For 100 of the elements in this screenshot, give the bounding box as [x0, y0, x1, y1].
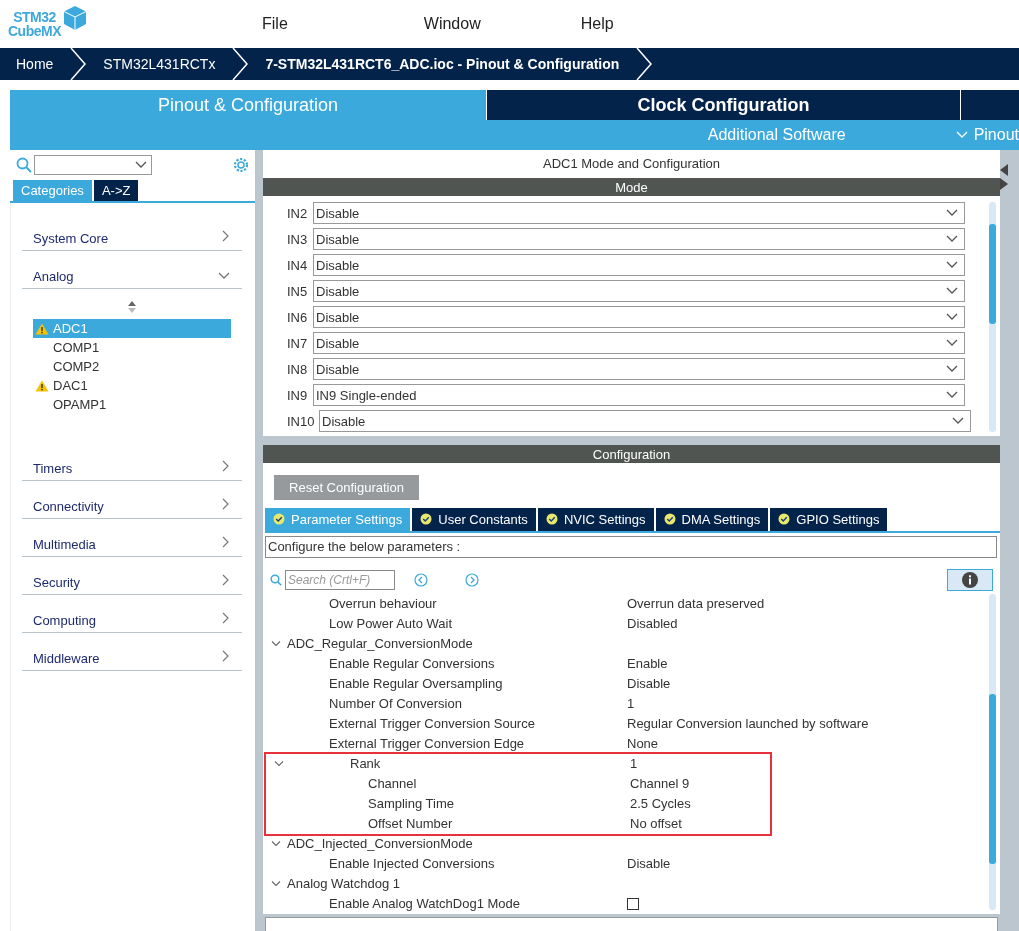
scrollbar[interactable] — [989, 594, 996, 910]
chevron-down-icon[interactable] — [274, 760, 284, 768]
tab[interactable]: GPIO Settings — [770, 508, 888, 531]
chevron-down-icon — [218, 272, 230, 280]
description-text: Configure the below parameters : — [265, 536, 997, 558]
parameter-name: Enable Regular Oversampling — [329, 676, 503, 692]
group-name: Rank — [350, 756, 381, 772]
search-combo-field[interactable] — [34, 155, 152, 175]
category-item[interactable]: Timers — [22, 443, 242, 481]
chevron-right-icon — [222, 536, 230, 548]
category-label: Multimedia — [33, 537, 96, 552]
peripheral-label: DAC1 — [53, 378, 88, 393]
mode-dropdown[interactable]: Disable — [313, 228, 965, 251]
parameter-value[interactable]: Regular Conversion launched by software — [627, 716, 869, 732]
next-icon[interactable] — [465, 573, 479, 587]
peripheral-item[interactable]: DAC1 — [33, 376, 231, 395]
menu-item[interactable]: Window — [423, 15, 481, 33]
category-item[interactable]: System Core — [22, 213, 242, 251]
parameter-name: Enable Injected Conversions — [329, 856, 495, 872]
parameter-name: Overrun behaviour — [329, 596, 437, 612]
input-label: IN5 — [287, 283, 309, 299]
scrollbar[interactable] — [989, 202, 996, 433]
parameter-value[interactable]: Channel 9 — [630, 776, 690, 792]
tab[interactable]: NVIC Settings — [537, 508, 654, 531]
chevron-right-icon — [222, 612, 230, 624]
parameter-value[interactable]: Overrun data preserved — [627, 596, 765, 612]
chevron-right-icon — [222, 230, 230, 242]
chevron-down-icon — [946, 209, 958, 218]
check-circle-icon — [778, 513, 791, 526]
chevron-down-icon[interactable] — [271, 840, 281, 848]
parameter-value[interactable]: 2.5 Cycles — [630, 796, 691, 812]
category-item[interactable]: Multimedia — [22, 519, 242, 557]
previous-icon[interactable] — [414, 573, 428, 587]
chevron-down-icon[interactable] — [271, 880, 281, 888]
mode-dropdown[interactable]: Disable — [313, 254, 965, 277]
category-item[interactable]: Analog — [22, 251, 242, 289]
info-button[interactable] — [947, 569, 993, 591]
chevron-down-icon — [135, 161, 147, 169]
category-label: System Core — [33, 231, 109, 246]
chevron-right-icon — [222, 650, 230, 662]
category-label: Computing — [33, 613, 96, 628]
parameter-value[interactable]: No offset — [630, 816, 682, 832]
parameter-value[interactable]: 1 — [630, 756, 638, 772]
peripheral-item[interactable]: OPAMP1 — [33, 395, 231, 414]
chevron-right-icon — [222, 460, 230, 472]
mode-dropdown[interactable]: Disable — [319, 410, 971, 433]
chevron-down-icon — [946, 287, 958, 296]
triangle-right-icon[interactable] — [1000, 178, 1008, 190]
mode-dropdown[interactable]: IN9 Single-ended — [313, 384, 965, 407]
parameter-value[interactable]: Disabled — [627, 616, 678, 632]
parameter-value[interactable]: None — [627, 736, 659, 752]
category-item[interactable]: Security — [22, 557, 242, 595]
input-label: IN6 — [287, 309, 309, 325]
peripheral-label: OPAMP1 — [53, 397, 107, 412]
input-label: IN7 — [287, 335, 309, 351]
group-name: ADC_Injected_ConversionMode — [287, 836, 473, 852]
chevron-right-icon — [69, 48, 88, 80]
breadcrumb-item[interactable]: 7-STM32L431RCT6_ADC.ioc - Pinout & Configuration — [249, 56, 636, 72]
mode-dropdown[interactable]: Disable — [313, 306, 965, 329]
mode-dropdown[interactable]: Disable — [313, 280, 965, 303]
group-name: Analog Watchdog 1 — [287, 876, 400, 892]
peripheral-item[interactable]: COMP1 — [33, 338, 231, 357]
search-icon — [16, 157, 32, 173]
chevron-right-icon — [231, 48, 250, 80]
parameter-name: Channel — [368, 776, 417, 792]
chevron-down-icon — [946, 235, 958, 244]
mode-dropdown[interactable]: Disable — [313, 202, 965, 225]
panel-title: ADC1 Mode and Configuration — [263, 150, 1000, 179]
breadcrumb-item[interactable]: Home — [0, 56, 70, 72]
tab[interactable]: User Constants — [412, 508, 536, 531]
menu-item[interactable]: File — [262, 15, 288, 33]
search-field[interactable]: Search (Crtl+F) — [285, 570, 395, 590]
menu-item[interactable]: Help — [580, 15, 614, 33]
category-label: Security — [33, 575, 80, 590]
triangle-left-icon[interactable] — [1000, 164, 1008, 176]
input-label: IN4 — [287, 257, 309, 273]
mode-dropdown[interactable]: Disable — [313, 358, 965, 381]
tab[interactable]: DMA Settings — [655, 508, 769, 531]
chevron-right-icon — [635, 48, 654, 80]
parameter-value[interactable]: Disable — [627, 856, 671, 872]
parameter-value[interactable]: 1 — [627, 696, 635, 712]
chevron-down-icon[interactable] — [271, 640, 281, 648]
checkbox[interactable] — [627, 898, 639, 910]
peripheral-label: COMP1 — [53, 340, 100, 355]
text-area[interactable] — [265, 917, 998, 931]
category-item[interactable]: Middleware — [22, 633, 242, 671]
peripheral-item[interactable]: COMP2 — [33, 357, 231, 376]
tab[interactable]: Clock Configuration — [486, 90, 960, 120]
input-label: IN8 — [287, 361, 309, 377]
cube-icon — [63, 5, 87, 31]
breadcrumb-item[interactable]: STM32L431RCTx — [87, 56, 232, 72]
parameter-value[interactable]: Disable — [627, 676, 671, 692]
category-item[interactable]: Connectivity — [22, 481, 242, 519]
category-item[interactable]: Computing — [22, 595, 242, 633]
settings-icon[interactable] — [233, 157, 249, 173]
mode-dropdown[interactable]: Disable — [313, 332, 965, 355]
sort-icon[interactable] — [127, 301, 137, 313]
chevron-down-icon — [946, 391, 958, 400]
tab[interactable]: A->Z — [93, 180, 139, 201]
parameter-value[interactable]: Enable — [627, 656, 668, 672]
